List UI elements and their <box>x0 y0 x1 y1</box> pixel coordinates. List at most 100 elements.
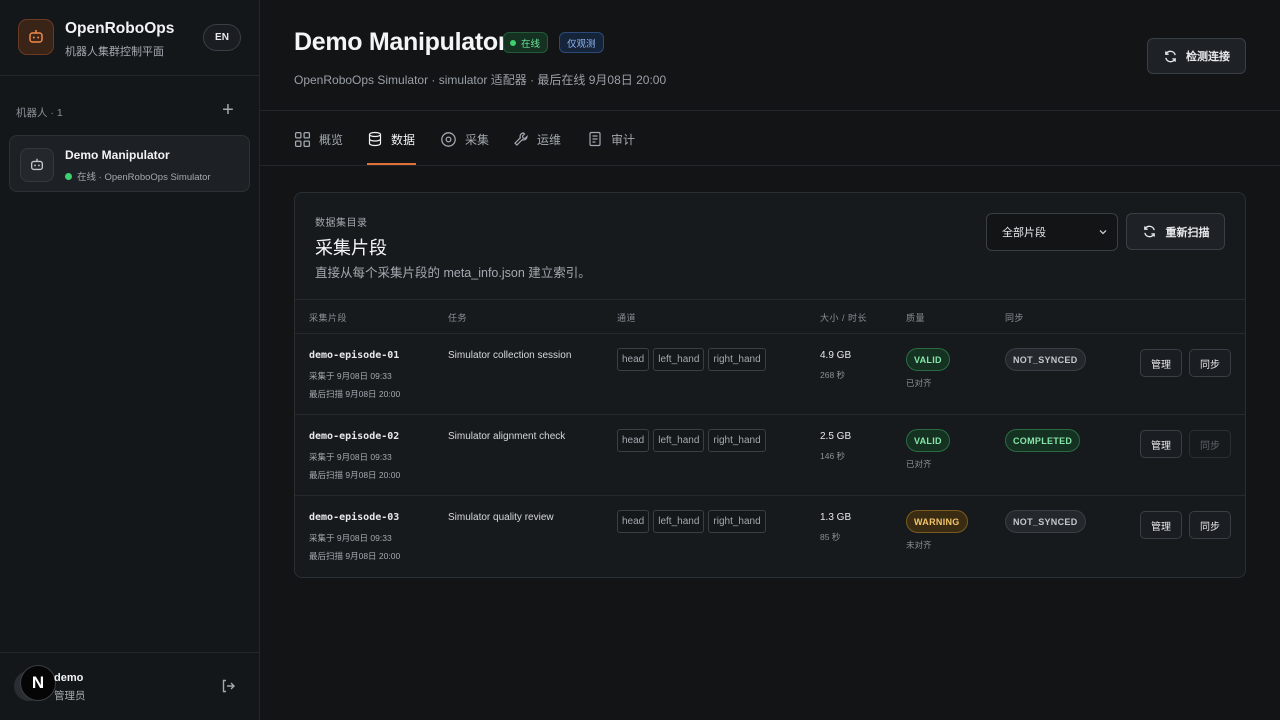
episode-captured: 采集于 9月08日 09:33 <box>309 371 392 381</box>
rescan-label: 重新扫描 <box>1165 226 1210 239</box>
episodes-card: 数据集目录 采集片段 直接从每个采集片段的 meta_info.json 建立索… <box>294 192 1246 578</box>
divider <box>295 299 1245 300</box>
robot-status-text: 在线 · OpenRoboOps Simulator <box>77 172 211 183</box>
grid-icon <box>294 131 311 147</box>
column-header-sync: 同步 <box>1005 313 1025 323</box>
table-row: demo-episode-03 采集于 9月08日 09:33 最后扫描 9月0… <box>295 496 1245 577</box>
episode-captured: 采集于 9月08日 09:33 <box>309 452 392 462</box>
column-header-channels: 通道 <box>617 313 637 323</box>
divider <box>260 110 1280 111</box>
manage-button[interactable]: 管理 <box>1140 349 1182 377</box>
tab-collect[interactable]: 采集 <box>440 129 489 149</box>
online-dot-icon <box>510 39 516 46</box>
tab-label: 审计 <box>611 132 636 147</box>
tab-audit[interactable]: 审计 <box>587 129 635 149</box>
manage-button[interactable]: 管理 <box>1140 430 1182 458</box>
quality-badge: VALID <box>906 348 950 371</box>
online-dot-icon <box>65 172 72 180</box>
episode-scanned: 最后扫描 9月08日 20:00 <box>309 389 401 399</box>
channel-chip: head <box>617 348 650 371</box>
episode-id: demo-episode-02 <box>309 431 400 442</box>
channel-chips: head left_hand right_hand <box>617 429 766 452</box>
sync-status-badge: NOT_SYNCED <box>1005 510 1086 533</box>
detect-connection-button[interactable]: 检测连接 <box>1147 38 1246 74</box>
tab-label: 数据 <box>391 132 416 147</box>
quality-note: 已对齐 <box>906 378 932 388</box>
divider <box>0 75 259 76</box>
tab-label: 运维 <box>537 132 562 147</box>
channel-chip: head <box>617 429 650 452</box>
sidebar-item-demo-manipulator[interactable]: Demo Manipulator 在线 · OpenRoboOps Simula… <box>9 135 250 192</box>
episode-duration: 146 秒 <box>820 451 846 461</box>
robot-subline: OpenRoboOps Simulator · simulator 适配器 · … <box>294 73 667 87</box>
tab-label: 采集 <box>465 132 490 147</box>
refresh-icon <box>1143 225 1155 238</box>
card-title: 采集片段 <box>315 238 387 258</box>
episode-id: demo-episode-01 <box>309 350 400 361</box>
quality-badge: WARNING <box>906 510 968 533</box>
tab-ops[interactable]: 运维 <box>513 129 561 149</box>
rescan-button[interactable]: 重新扫描 <box>1126 213 1225 250</box>
divider <box>260 165 1280 166</box>
sync-button[interactable]: 同步 <box>1189 511 1231 539</box>
chevron-down-icon <box>1099 230 1107 235</box>
episode-task: Simulator collection session <box>448 350 572 361</box>
logout-icon[interactable] <box>220 678 236 694</box>
episode-filter-select[interactable]: 全部片段 <box>986 213 1118 251</box>
episode-size: 2.5 GB <box>820 431 852 442</box>
quality-note: 未对齐 <box>906 540 932 550</box>
status-badge-text: 在线 <box>521 38 541 50</box>
brand-subtitle: 机器人集群控制平面 <box>65 46 164 58</box>
divider <box>0 652 259 653</box>
episode-scanned: 最后扫描 9月08日 20:00 <box>309 551 401 561</box>
episode-task: Simulator alignment check <box>448 431 566 442</box>
channel-chip: right_hand <box>708 510 766 533</box>
tab-overview[interactable]: 概览 <box>294 129 343 149</box>
column-header-task: 任务 <box>448 313 468 323</box>
user-role: 管理员 <box>54 690 86 702</box>
card-kicker: 数据集目录 <box>315 218 368 229</box>
filter-value: 全部片段 <box>1002 227 1046 239</box>
table-row: demo-episode-01 采集于 9月08日 09:33 最后扫描 9月0… <box>295 334 1245 415</box>
episode-duration: 85 秒 <box>820 532 841 542</box>
episode-size: 4.9 GB <box>820 350 852 361</box>
manage-button[interactable]: 管理 <box>1140 511 1182 539</box>
language-toggle-button[interactable]: EN <box>203 24 241 51</box>
channel-chip: left_hand <box>653 510 705 533</box>
column-header-size-duration: 大小 / 时长 <box>820 313 868 323</box>
tab-data[interactable]: 数据 <box>367 129 415 149</box>
column-header-episode: 采集片段 <box>309 313 348 323</box>
record-icon <box>441 131 456 147</box>
channel-chips: head left_hand right_hand <box>617 510 766 533</box>
channel-chip: right_hand <box>708 429 766 452</box>
tab-label: 概览 <box>319 132 344 147</box>
column-header-quality: 质量 <box>906 313 926 323</box>
wrench-icon <box>514 132 528 146</box>
database-icon <box>368 131 382 147</box>
sync-button[interactable]: 同步 <box>1189 430 1231 458</box>
refresh-icon <box>1165 50 1176 62</box>
table-row: demo-episode-02 采集于 9月08日 09:33 最后扫描 9月0… <box>295 415 1245 496</box>
episode-task: Simulator quality review <box>448 512 554 523</box>
robot-logo-icon <box>18 19 54 55</box>
card-description: 直接从每个采集片段的 meta_info.json 建立索引。 <box>315 266 591 280</box>
sync-status-badge: NOT_SYNCED <box>1005 348 1086 371</box>
channel-chip: head <box>617 510 650 533</box>
add-robot-button[interactable]: + <box>219 100 237 120</box>
sync-status-badge: COMPLETED <box>1005 429 1081 452</box>
channel-chip: right_hand <box>708 348 766 371</box>
episode-id: demo-episode-03 <box>309 512 400 523</box>
user-name: demo <box>54 672 84 684</box>
robot-name: Demo Manipulator <box>65 148 170 162</box>
sync-button[interactable]: 同步 <box>1189 349 1231 377</box>
document-icon <box>589 131 601 147</box>
channel-chips: head left_hand right_hand <box>617 348 766 371</box>
robot-icon <box>20 148 54 182</box>
episode-size: 1.3 GB <box>820 512 852 523</box>
avatar[interactable]: N <box>20 665 56 701</box>
sidebar: OpenRoboOps 机器人集群控制平面 EN 机器人 · 1 + Demo … <box>0 0 260 720</box>
quality-badge: VALID <box>906 429 950 452</box>
channel-chip: left_hand <box>653 429 705 452</box>
channel-chip: left_hand <box>653 348 705 371</box>
mode-badge: 仅观测 <box>559 32 604 53</box>
